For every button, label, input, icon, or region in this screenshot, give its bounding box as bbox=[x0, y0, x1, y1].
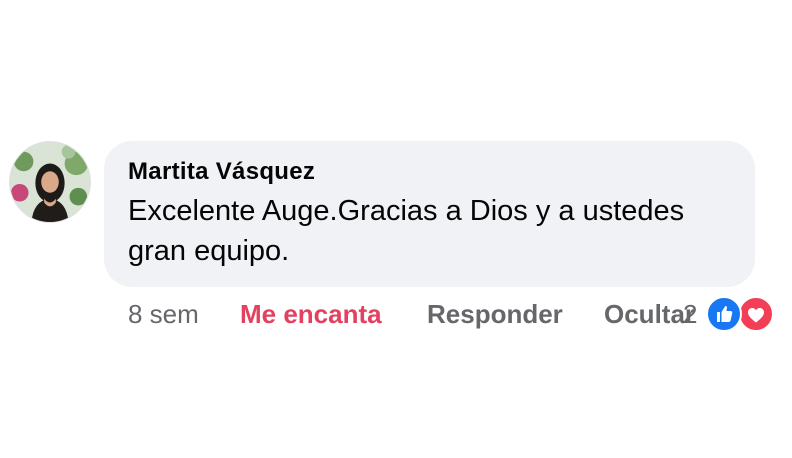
comment-bubble: Martita Vásquez Excelente Auge.Gracias a… bbox=[104, 141, 755, 287]
reaction-summary[interactable] bbox=[706, 296, 778, 332]
comment: Martita Vásquez Excelente Auge.Gracias a… bbox=[0, 0, 792, 458]
love-icon bbox=[738, 296, 774, 332]
avatar[interactable] bbox=[9, 141, 91, 223]
avatar-photo bbox=[10, 142, 90, 222]
like-icon bbox=[706, 296, 742, 332]
comment-author[interactable]: Martita Vásquez bbox=[128, 157, 731, 187]
comment-text: Excelente Auge.Gracias a Dios y a ustede… bbox=[128, 195, 685, 267]
comment-timestamp[interactable]: 8 sem bbox=[128, 298, 199, 330]
hide-button[interactable]: Ocultar bbox=[604, 298, 695, 330]
reaction-count[interactable]: 2 bbox=[683, 298, 697, 330]
reply-button[interactable]: Responder bbox=[427, 298, 563, 330]
love-reaction-button[interactable]: Me encanta bbox=[240, 298, 382, 330]
